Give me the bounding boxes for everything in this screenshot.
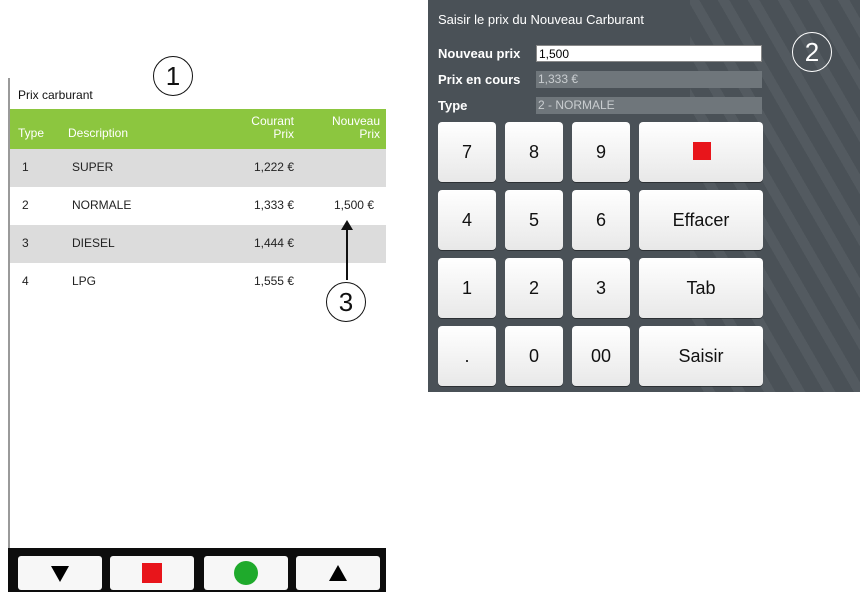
key-00[interactable]: 00 bbox=[572, 326, 630, 386]
type-field: 2 - NORMALE bbox=[536, 97, 762, 114]
cell-type: 1 bbox=[22, 160, 29, 174]
key-5[interactable]: 5 bbox=[505, 190, 563, 250]
confirm-button[interactable] bbox=[204, 556, 288, 590]
key-7[interactable]: 7 bbox=[438, 122, 496, 182]
key-4[interactable]: 4 bbox=[438, 190, 496, 250]
down-triangle-icon bbox=[51, 566, 69, 582]
cell-new-price: 1,500 € bbox=[333, 198, 374, 212]
up-triangle-icon bbox=[329, 565, 347, 581]
scroll-up-button[interactable] bbox=[296, 556, 380, 590]
cell-type: 2 bbox=[22, 198, 29, 212]
bottom-toolbar bbox=[8, 548, 386, 592]
current-price-field: 1,333 € bbox=[536, 71, 762, 88]
table-row[interactable]: 3 DIESEL 1,444 € bbox=[10, 225, 386, 263]
new-price-dialog: Saisir le prix du Nouveau Carburant 2 No… bbox=[428, 0, 860, 392]
ok-circle-icon bbox=[234, 561, 258, 585]
cell-description: DIESEL bbox=[72, 236, 115, 250]
fuel-price-panel: Prix carburant Type Description Courant … bbox=[8, 78, 386, 592]
panel-title: Prix carburant bbox=[18, 88, 93, 102]
key-8[interactable]: 8 bbox=[505, 122, 563, 182]
cell-current-price: 1,222 € bbox=[253, 160, 294, 174]
arrow-line bbox=[346, 228, 348, 280]
new-price-input[interactable]: 1,500 bbox=[536, 45, 762, 62]
stop-square-icon bbox=[142, 563, 162, 583]
submit-button[interactable]: Saisir bbox=[639, 326, 763, 386]
key-9[interactable]: 9 bbox=[572, 122, 630, 182]
callout-1: 1 bbox=[153, 56, 193, 96]
cell-type: 4 bbox=[22, 274, 29, 288]
scroll-down-button[interactable] bbox=[18, 556, 102, 590]
cell-current-price: 1,444 € bbox=[253, 236, 294, 250]
column-header-new-price: Nouveau Prix bbox=[331, 114, 380, 141]
cell-type: 3 bbox=[22, 236, 29, 250]
key-decimal[interactable]: . bbox=[438, 326, 496, 386]
fuel-table-body: 1 SUPER 1,222 € 2 NORMALE 1,333 € 1,500 … bbox=[10, 149, 386, 301]
dialog-title: Saisir le prix du Nouveau Carburant bbox=[438, 12, 644, 27]
table-row[interactable]: 2 NORMALE 1,333 € 1,500 € bbox=[10, 187, 386, 225]
type-label: Type bbox=[438, 98, 468, 113]
key-1[interactable]: 1 bbox=[438, 258, 496, 318]
column-header-type: Type bbox=[18, 126, 45, 140]
column-header-current-price: Courant Prix bbox=[251, 114, 294, 141]
stop-button[interactable] bbox=[639, 122, 763, 182]
key-3[interactable]: 3 bbox=[572, 258, 630, 318]
cell-description: LPG bbox=[72, 274, 97, 288]
cell-description: NORMALE bbox=[72, 198, 132, 212]
cell-description: SUPER bbox=[72, 160, 114, 174]
table-row[interactable]: 1 SUPER 1,222 € bbox=[10, 149, 386, 187]
key-0[interactable]: 0 bbox=[505, 326, 563, 386]
cell-current-price: 1,333 € bbox=[253, 198, 294, 212]
callout-3: 3 bbox=[326, 282, 366, 322]
tab-button[interactable]: Tab bbox=[639, 258, 763, 318]
new-price-label: Nouveau prix bbox=[438, 46, 521, 61]
cancel-button[interactable] bbox=[110, 556, 194, 590]
key-2[interactable]: 2 bbox=[505, 258, 563, 318]
callout-2: 2 bbox=[792, 32, 832, 72]
stop-square-icon bbox=[693, 142, 711, 160]
table-header: Type Description Courant Prix Nouveau Pr… bbox=[10, 109, 386, 149]
clear-button[interactable]: Effacer bbox=[639, 190, 763, 250]
current-price-label: Prix en cours bbox=[438, 72, 521, 87]
column-header-description: Description bbox=[68, 126, 129, 140]
cell-current-price: 1,555 € bbox=[253, 274, 294, 288]
key-6[interactable]: 6 bbox=[572, 190, 630, 250]
